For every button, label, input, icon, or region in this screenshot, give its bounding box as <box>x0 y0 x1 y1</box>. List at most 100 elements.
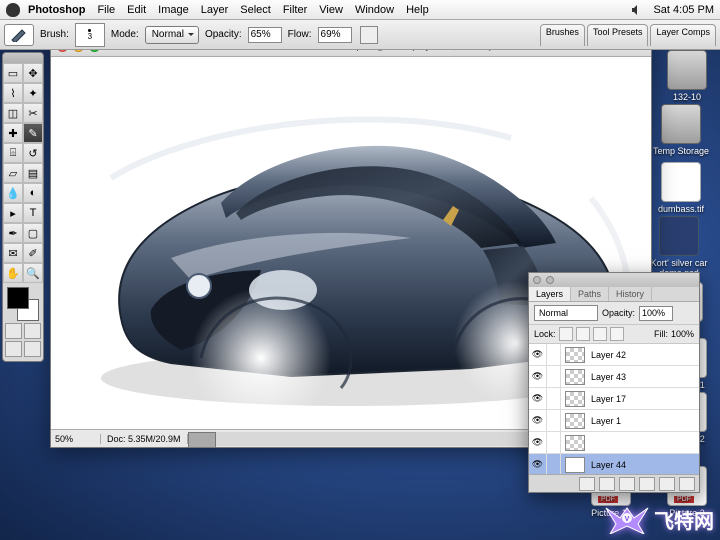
fill-field[interactable]: 100% <box>671 329 694 339</box>
layer-row[interactable]: 👁 <box>529 432 699 454</box>
tool-pen[interactable]: ✒ <box>3 223 23 243</box>
app-menu[interactable]: Photoshop <box>28 4 85 16</box>
tool-blur[interactable]: 💧 <box>3 183 23 203</box>
volume-icon[interactable] <box>631 5 643 15</box>
visibility-icon[interactable]: 👁 <box>529 344 547 365</box>
hd-icon <box>667 50 707 90</box>
tool-zoom[interactable]: 🔍 <box>23 263 43 283</box>
layer-mask-icon[interactable] <box>599 477 615 491</box>
lock-position-icon[interactable] <box>593 327 607 341</box>
standard-mode-icon[interactable] <box>5 323 22 339</box>
visibility-icon[interactable]: 👁 <box>529 366 547 387</box>
color-swatches[interactable] <box>7 287 39 321</box>
visibility-icon[interactable]: 👁 <box>529 388 547 409</box>
tool-wand[interactable]: ✦ <box>23 83 43 103</box>
tool-eraser[interactable]: ▱ <box>3 163 23 183</box>
menu-edit[interactable]: Edit <box>127 4 146 16</box>
desktop-icon-label: 132-10 <box>656 92 718 102</box>
toolbox-drag-handle[interactable] <box>3 53 43 63</box>
lock-all-icon[interactable] <box>610 327 624 341</box>
menu-layer[interactable]: Layer <box>201 4 229 16</box>
flow-label: Flow: <box>288 29 312 40</box>
lock-label: Lock: <box>534 329 556 339</box>
layer-opacity-field[interactable]: 100% <box>639 306 673 321</box>
tool-gradient[interactable]: ▤ <box>23 163 43 183</box>
palette-tab-tool-presets[interactable]: Tool Presets <box>587 24 649 46</box>
palette-tab-layers[interactable]: Layers <box>529 287 571 301</box>
lock-transparency-icon[interactable] <box>559 327 573 341</box>
palette-tab-paths[interactable]: Paths <box>571 287 609 301</box>
tool-shape[interactable]: ▢ <box>23 223 43 243</box>
tool-slice[interactable]: ✂ <box>23 103 43 123</box>
layer-blend-mode-dropdown[interactable]: Normal <box>534 305 598 321</box>
screenmode-full-icon[interactable] <box>24 341 41 357</box>
layer-row[interactable]: 👁Layer 42 <box>529 344 699 366</box>
foreground-color[interactable] <box>7 287 29 309</box>
macos-menubar: Photoshop File Edit Image Layer Select F… <box>0 0 720 20</box>
palette-drag-handle[interactable] <box>529 273 699 287</box>
menu-filter[interactable]: Filter <box>283 4 307 16</box>
quickmask-icon[interactable] <box>24 323 41 339</box>
flow-field[interactable]: 69% <box>318 27 352 43</box>
brush-label: Brush: <box>40 29 69 40</box>
tool-type[interactable]: T <box>23 203 43 223</box>
palette-tab-brushes[interactable]: Brushes <box>540 24 585 46</box>
menu-window[interactable]: Window <box>355 4 394 16</box>
airbrush-icon[interactable] <box>360 26 378 44</box>
delete-layer-icon[interactable] <box>679 477 695 491</box>
blend-mode-dropdown[interactable]: Normal <box>145 26 199 44</box>
layer-row[interactable]: 👁Layer 1 <box>529 410 699 432</box>
tool-path[interactable]: ▸ <box>3 203 23 223</box>
tool-marquee[interactable]: ▭ <box>3 63 23 83</box>
menu-view[interactable]: View <box>319 4 343 16</box>
desktop-icon[interactable]: dumbass.tif <box>650 162 712 214</box>
visibility-icon[interactable]: 👁 <box>529 432 547 453</box>
tool-crop[interactable]: ◫ <box>3 103 23 123</box>
palette-tab-history[interactable]: History <box>609 287 652 301</box>
tool-eyedrop[interactable]: ✐ <box>23 243 43 263</box>
layer-style-icon[interactable] <box>579 477 595 491</box>
layer-row[interactable]: 👁Layer 44 <box>529 454 699 474</box>
brush-preset-picker[interactable]: 3 <box>75 23 105 47</box>
menu-file[interactable]: File <box>97 4 115 16</box>
palette-tab-layer-comps[interactable]: Layer Comps <box>650 24 716 46</box>
layer-row[interactable]: 👁Layer 43 <box>529 366 699 388</box>
tool-dodge[interactable]: ◐ <box>23 183 43 203</box>
zoom-field[interactable]: 50% <box>51 434 101 444</box>
menu-image[interactable]: Image <box>158 4 189 16</box>
watermark: V 飞特网 <box>604 504 714 534</box>
tool-stamp[interactable]: ⌹ <box>3 143 23 163</box>
layers-palette: Layers Paths History Normal Opacity: 100… <box>528 272 700 493</box>
doc-size-readout[interactable]: Doc: 5.35M/20.9M <box>101 434 188 444</box>
tool-brush[interactable]: ✎ <box>23 123 43 143</box>
tool-preset-well[interactable] <box>4 24 34 46</box>
apple-menu-icon[interactable] <box>6 3 20 17</box>
adjustment-layer-icon[interactable] <box>639 477 655 491</box>
visibility-icon[interactable]: 👁 <box>529 410 547 431</box>
opacity-field[interactable]: 65% <box>248 27 282 43</box>
desktop-icon[interactable]: Kort' silver car demo.psd <box>648 216 710 278</box>
palette-well: Brushes Tool Presets Layer Comps <box>540 24 716 46</box>
tool-heal[interactable]: ✚ <box>3 123 23 143</box>
img-icon <box>661 162 701 202</box>
psd-icon <box>659 216 699 256</box>
desktop-icon[interactable]: 132-10 <box>656 50 718 102</box>
fill-label: Fill: <box>654 329 668 339</box>
tool-hand[interactable]: ✋ <box>3 263 23 283</box>
layer-row[interactable]: 👁Layer 17 <box>529 388 699 410</box>
tool-move[interactable]: ✥ <box>23 63 43 83</box>
menu-help[interactable]: Help <box>406 4 429 16</box>
lock-pixels-icon[interactable] <box>576 327 590 341</box>
new-layer-icon[interactable] <box>659 477 675 491</box>
menubar-clock[interactable]: Sat 4:05 PM <box>653 4 714 16</box>
options-bar: Brush: 3 Mode: Normal Opacity: 65% Flow:… <box>0 20 720 50</box>
desktop-icon[interactable]: Temp Storage <box>650 104 712 156</box>
menu-select[interactable]: Select <box>240 4 271 16</box>
tool-notes[interactable]: ✉ <box>3 243 23 263</box>
new-group-icon[interactable] <box>619 477 635 491</box>
screenmode-standard-icon[interactable] <box>5 341 22 357</box>
tool-history-brush[interactable]: ↺ <box>23 143 43 163</box>
tool-lasso[interactable]: ⌇ <box>3 83 23 103</box>
visibility-icon[interactable]: 👁 <box>529 454 547 474</box>
hd-icon <box>661 104 701 144</box>
